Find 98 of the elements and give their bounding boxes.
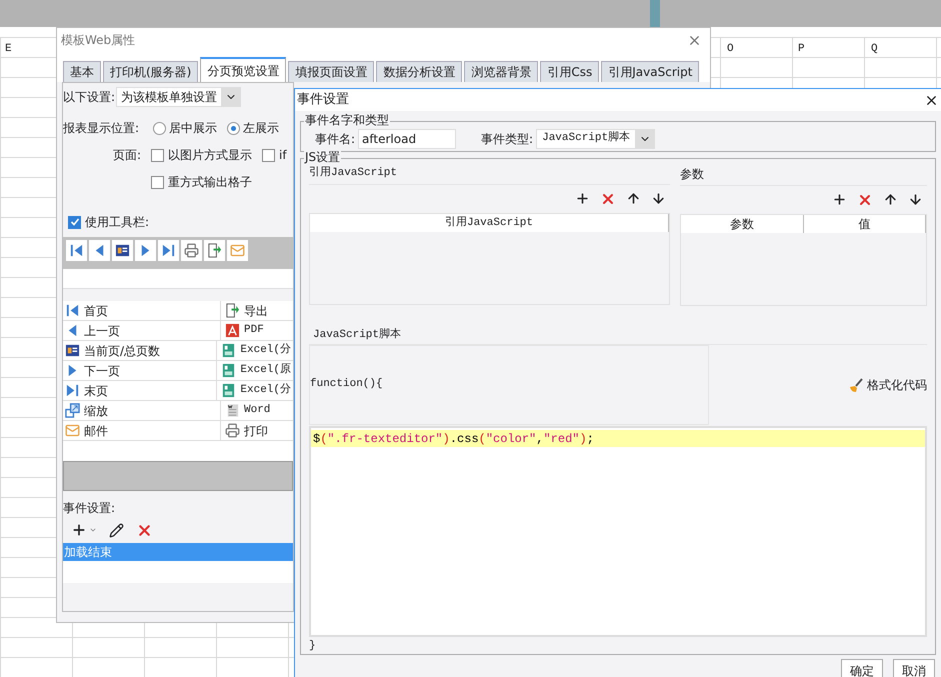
event-type-dropdown[interactable]: JavaScript脚本 — [536, 128, 656, 149]
checkbox[interactable] — [68, 216, 81, 228]
move-up-icon[interactable] — [626, 190, 641, 206]
checkbox-label: 重方式输出格子 — [168, 174, 252, 191]
envelope-icon — [65, 423, 80, 438]
last-page-icon — [65, 383, 80, 398]
tab[interactable]: 引用Css — [540, 61, 600, 82]
radio-button[interactable] — [153, 122, 166, 134]
toolbar-option[interactable]: Excel(原 — [217, 361, 293, 380]
toolbar-option[interactable]: PDF — [221, 321, 293, 340]
section-title: JavaScript脚本 — [313, 329, 402, 341]
column-header: 引用JavaScript — [310, 214, 669, 232]
dialog-title: 事件设置 — [297, 91, 349, 110]
dialog-button[interactable]: 确定 — [841, 659, 883, 677]
toolbar-button[interactable] — [89, 240, 110, 261]
edit-icon[interactable] — [109, 522, 124, 538]
checkbox-label: if — [279, 147, 287, 164]
envelope-icon — [230, 243, 245, 258]
toolbar-button[interactable] — [66, 240, 87, 261]
document-icon — [225, 403, 240, 418]
function-footer: } — [309, 638, 927, 654]
column-header: 值 — [804, 215, 926, 233]
brush-icon — [848, 376, 864, 392]
tab[interactable]: 填报页面设置 — [288, 61, 374, 82]
event-name-label: 事件名: — [315, 130, 356, 148]
checkbox[interactable] — [262, 148, 275, 162]
group-title: JS设置 — [304, 150, 342, 164]
toolbar-button[interactable] — [112, 240, 133, 261]
delete-icon[interactable] — [857, 192, 873, 208]
toolbar-option[interactable]: Excel(分 — [217, 341, 293, 360]
column-header: O — [727, 42, 734, 57]
spreadsheet-file-icon — [221, 363, 236, 378]
report-position-label: 报表显示位置: — [63, 120, 140, 137]
tab[interactable]: 数据分析设置 — [376, 61, 462, 82]
move-up-icon[interactable] — [883, 192, 898, 207]
move-down-icon[interactable] — [908, 192, 923, 207]
toolbar-option[interactable]: 下一页 — [63, 361, 218, 380]
window-title: 模板Web属性 — [61, 32, 136, 49]
tab[interactable]: 打印机(服务器) — [103, 61, 198, 82]
toolbar-option[interactable]: 首页 — [63, 301, 221, 320]
event-name-field[interactable]: afterload — [358, 128, 456, 149]
toolbar-option[interactable]: 邮件 — [63, 421, 221, 440]
code-editor[interactable]: $(".fr-texteditor").css("color","red"); — [309, 426, 927, 636]
radio-label: 居中展示 — [169, 120, 218, 137]
dialog-button[interactable]: 取消 — [893, 659, 935, 677]
tab[interactable]: 浏览器背景 — [464, 61, 538, 82]
export-icon — [207, 243, 222, 258]
spreadsheet-file-icon — [221, 343, 236, 358]
radio-button[interactable] — [227, 122, 240, 134]
toolbar-option[interactable]: Word — [221, 401, 293, 420]
printer-icon — [184, 243, 199, 258]
toolbar-option[interactable]: 缩放 — [63, 401, 221, 420]
settings-dropdown[interactable]: 为该模板单独设置 — [116, 87, 242, 107]
column-header: P — [798, 42, 805, 57]
format-code-button[interactable]: 格式化代码 — [848, 376, 927, 394]
section-title: 参数 — [680, 166, 704, 183]
toolbar-option[interactable]: 当前页/总页数 — [63, 341, 218, 360]
scroll-marker — [650, 0, 660, 27]
add-icon[interactable] — [71, 522, 87, 538]
caret-icon[interactable] — [89, 526, 97, 534]
toolbar-option[interactable]: 打印 — [221, 421, 293, 440]
column-header: 参数 — [681, 215, 804, 233]
toolbar-option[interactable]: 导出 — [221, 301, 293, 320]
pdf-icon — [225, 323, 240, 338]
settings-label: 以下设置: — [63, 89, 116, 106]
toolbar-button[interactable] — [204, 240, 225, 261]
first-page-icon — [69, 243, 84, 258]
toolbar-option[interactable]: 末页 — [63, 381, 218, 400]
checkbox-label: 使用工具栏: — [85, 214, 150, 231]
toolbar-button[interactable] — [158, 240, 179, 261]
checkbox-label: 以图片方式显示 — [168, 147, 252, 164]
spreadsheet-file-icon — [221, 383, 236, 398]
tab[interactable]: 基本 — [63, 61, 101, 82]
add-icon[interactable] — [575, 190, 590, 206]
toolbar-button[interactable] — [181, 240, 202, 261]
event-settings-label: 事件设置: — [63, 500, 116, 517]
tab[interactable]: 分页预览设置 — [200, 57, 286, 82]
toolbar-option[interactable]: 上一页 — [63, 321, 221, 340]
first-page-icon — [65, 303, 80, 318]
event-type-label: 事件类型: — [481, 130, 534, 148]
function-header: function(){ — [310, 377, 383, 392]
group-title: 事件名字和类型 — [304, 113, 390, 128]
printer-icon — [225, 423, 240, 438]
zoom-icon — [65, 403, 80, 418]
radio-label: 左展示 — [243, 120, 280, 137]
column-header: Q — [871, 42, 878, 57]
add-icon[interactable] — [832, 192, 847, 207]
page-number-icon — [115, 243, 130, 258]
section-title: 引用JavaScript — [309, 165, 398, 181]
tab[interactable]: 引用JavaScript — [601, 61, 700, 82]
page-label: 页面: — [112, 147, 142, 164]
toolbar-option[interactable]: Excel(分 — [217, 381, 293, 400]
checkbox[interactable] — [151, 176, 164, 188]
move-down-icon[interactable] — [651, 190, 666, 206]
last-page-icon — [161, 243, 176, 258]
column-header: E — [5, 42, 12, 57]
toolbar-button[interactable] — [135, 240, 156, 261]
checkbox[interactable] — [151, 148, 164, 162]
